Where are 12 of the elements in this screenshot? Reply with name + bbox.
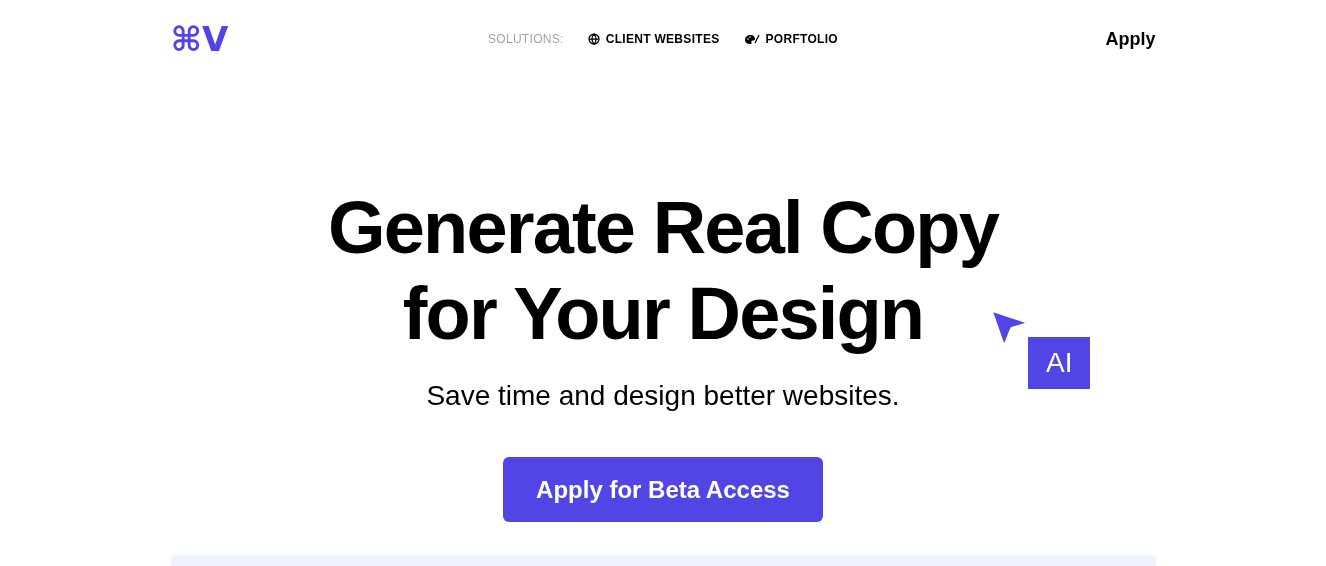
apply-link[interactable]: Apply xyxy=(975,25,1156,53)
logo[interactable]: ⌘V xyxy=(170,22,351,56)
nav-link[interactable]: CLIENT WEBSITES xyxy=(587,30,720,48)
solutions-label: SOLUTIONS: xyxy=(488,31,564,48)
headline: for Your Design xyxy=(402,272,924,355)
headline: Generate Real Copy xyxy=(328,186,998,269)
globe-icon xyxy=(587,33,600,45)
beta-access-button[interactable]: Apply for Beta Access xyxy=(503,457,823,522)
subtitle: Save time and design better websites. xyxy=(426,379,900,413)
ai-badge: AI xyxy=(1027,337,1091,389)
palette-brush-icon xyxy=(743,33,760,45)
nav-link[interactable]: PORFTOLIO xyxy=(743,30,838,48)
